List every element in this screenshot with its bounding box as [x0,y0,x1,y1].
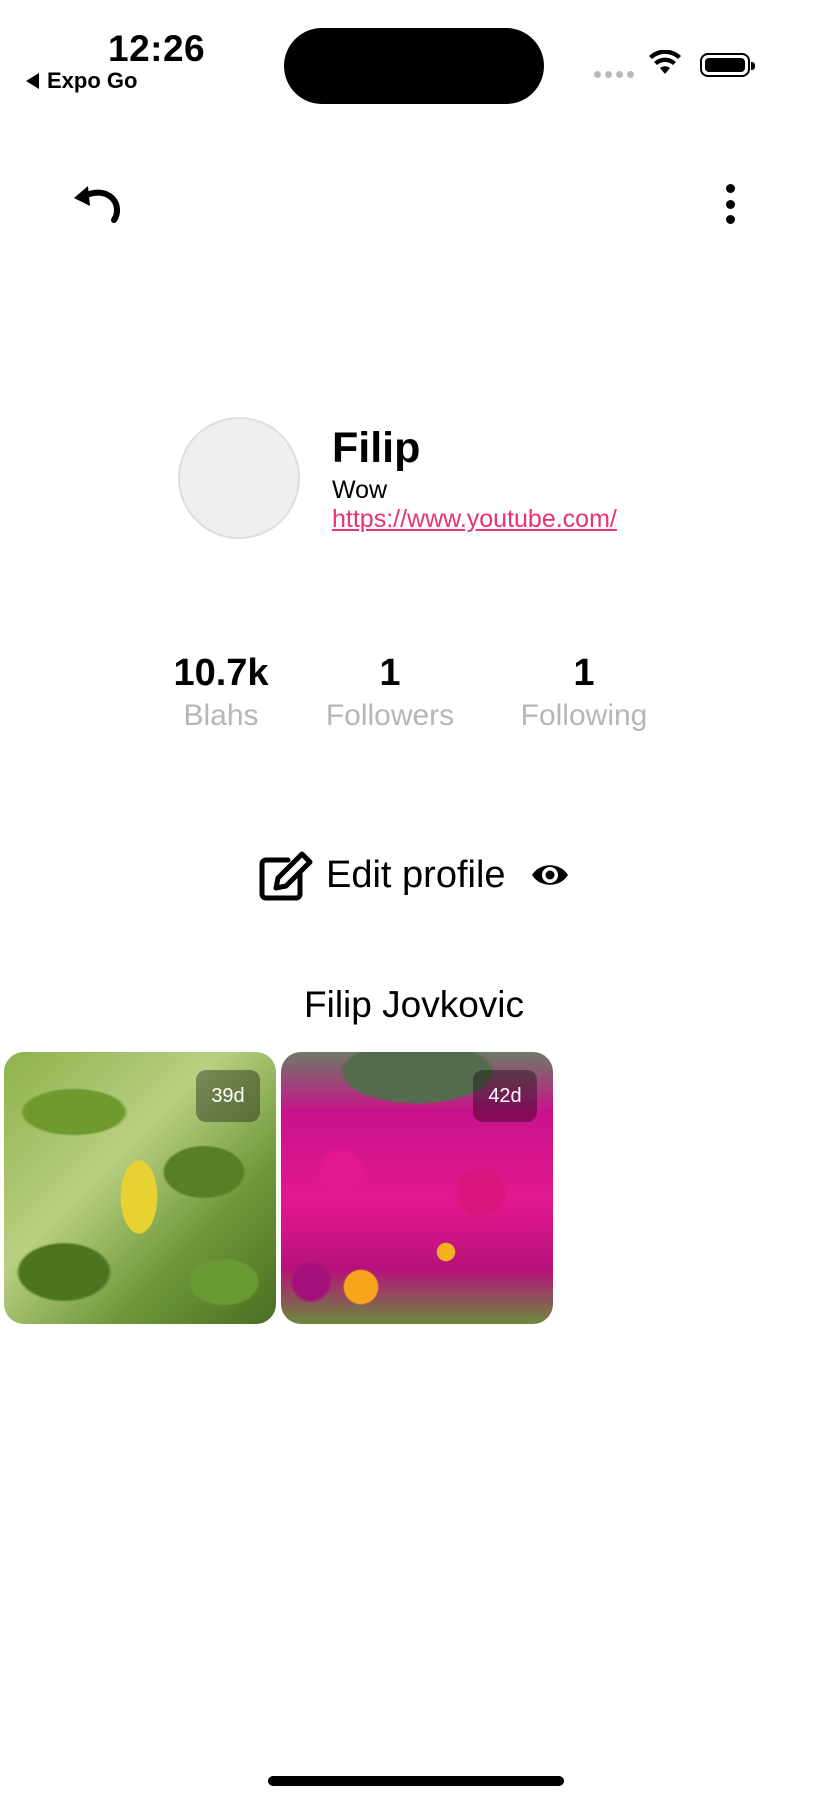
undo-icon[interactable] [70,182,124,228]
cellular-signal-icon [594,71,634,78]
stat-value: 1 [573,652,595,694]
back-triangle-icon [26,73,39,89]
home-indicator[interactable] [268,1776,564,1786]
status-time: 12:26 [108,28,206,69]
profile-bio: Wow [332,476,388,504]
profile-link[interactable]: https://www.youtube.com/ [332,505,617,534]
stat-label: Followers [325,699,455,732]
battery-icon [700,53,755,77]
post-thumbnail[interactable]: 39d [4,1052,276,1324]
back-to-app-link[interactable]: Expo Go [26,68,137,94]
profile-name: Filip [332,424,421,472]
stat-label: Blahs [183,699,259,732]
stat-followers[interactable]: 1 Followers [305,652,475,733]
stat-value: 1 [379,652,401,694]
stat-label: Following [520,699,648,732]
stat-value: 10.7k [173,652,269,694]
back-app-label: Expo Go [47,68,138,93]
more-options-icon[interactable] [720,184,740,224]
post-thumbnail[interactable]: 42d [281,1052,553,1324]
post-age-badge: 39d [196,1070,260,1122]
stat-following[interactable]: 1 Following [499,652,669,733]
edit-profile-button[interactable]: Edit profile [326,854,506,897]
avatar[interactable] [178,417,300,539]
edit-icon[interactable] [258,850,314,902]
wifi-icon [649,50,681,74]
profile-full-name: Filip Jovkovic [304,984,524,1025]
eye-icon[interactable] [530,860,570,890]
post-age-badge: 42d [473,1070,537,1122]
stat-blahs[interactable]: 10.7k Blahs [136,652,306,733]
dynamic-island [284,28,544,104]
